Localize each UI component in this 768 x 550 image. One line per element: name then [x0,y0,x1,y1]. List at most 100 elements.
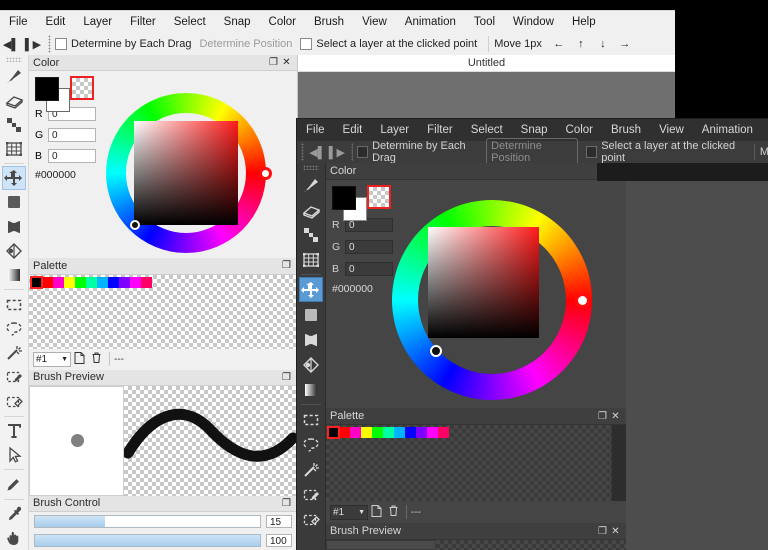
eraser-tool[interactable] [2,88,26,112]
new-page-icon[interactable] [71,351,88,367]
pencil-tool[interactable] [2,472,26,496]
move-tool[interactable] [2,165,26,191]
palette-swatch[interactable] [327,426,340,439]
light-menu-window[interactable]: Window [504,11,563,33]
light-menu-edit[interactable]: Edit [37,11,75,33]
tool-palette-grip[interactable] [303,165,319,170]
dark-menu-layer[interactable]: Layer [371,119,418,141]
blue-channel-input[interactable]: 0 [345,262,393,276]
move-arrow-down-icon[interactable]: ↓ [592,38,614,50]
hand-tool[interactable] [2,526,26,550]
palette-swatch[interactable] [86,276,97,288]
palette-swatch[interactable] [108,276,119,288]
palette-swatch[interactable] [42,276,53,288]
float-icon[interactable]: ❐ [596,411,609,422]
sv-square-cursor[interactable] [430,345,442,357]
light-menu-snap[interactable]: Snap [215,11,260,33]
palette-swatch[interactable] [119,276,130,288]
dark-menu-filter[interactable]: Filter [418,119,462,141]
move-tool[interactable] [299,277,323,302]
toolbar-grip[interactable] [48,35,51,53]
palette-swatch[interactable] [438,427,449,438]
light-saturation-value-square[interactable] [134,121,238,226]
canvas-tab-title[interactable]: Untitled [298,55,675,72]
gradient-tool[interactable] [299,377,323,402]
close-icon[interactable]: ✕ [609,526,622,537]
shape-tool[interactable] [2,239,26,263]
step-backward-icon[interactable]: ◀▌ [0,38,22,51]
dark-saturation-value-square[interactable] [428,227,539,338]
green-channel-input[interactable]: 0 [345,240,393,254]
fill-tool[interactable] [2,190,26,214]
palette-swatch[interactable] [427,427,438,438]
palette-set-dropdown[interactable]: #1 ▼ [33,351,71,367]
float-icon[interactable]: ❐ [280,372,293,383]
palette-swatch[interactable] [30,275,43,289]
light-menu-animation[interactable]: Animation [396,11,465,33]
brush-size-slider[interactable] [34,515,261,528]
light-menu-help[interactable]: Help [563,11,605,33]
select-pen-tool[interactable] [299,482,323,507]
select-layer-at-clicked-point-checkbox[interactable]: Select a layer at the clicked point [586,140,743,164]
rect-select-tool[interactable] [2,292,26,316]
transparent-color-swatch[interactable] [70,76,94,101]
foreground-color-swatch[interactable] [35,77,59,102]
new-page-icon[interactable] [368,504,385,520]
eyedropper-tool[interactable] [2,502,26,526]
step-backward-icon[interactable]: ◀▌ [308,146,327,159]
determine-by-each-drag-checkbox[interactable]: Determine by Each Drag [357,140,478,164]
dark-palette-swatch-area[interactable] [326,425,626,501]
foreground-color-swatch[interactable] [332,186,356,210]
bucket-tool[interactable] [2,215,26,239]
lasso-tool[interactable] [2,317,26,341]
light-menu-file[interactable]: File [0,11,37,33]
toolbar-grip[interactable] [350,143,354,161]
light-menu-color[interactable]: Color [260,11,305,33]
line-tool[interactable] [2,112,26,136]
hex-value-label[interactable]: #000000 [332,283,373,295]
light-menu-view[interactable]: View [353,11,396,33]
rect-select-tool[interactable] [299,407,323,432]
transform-tool[interactable] [299,247,323,272]
dark-menu-tool[interactable]: Tool [762,119,768,141]
determine-position-button[interactable]: Determine Position [486,138,579,166]
move-arrow-left-icon[interactable]: ← [548,38,570,50]
palette-swatch[interactable] [141,276,152,288]
palette-swatch[interactable] [53,276,64,288]
dark-menu-file[interactable]: File [297,119,334,141]
move-arrow-right-icon[interactable]: → [614,38,636,50]
light-menu-tool[interactable]: Tool [465,11,504,33]
palette-swatch[interactable] [394,427,405,438]
brush-tool[interactable] [2,64,26,88]
trash-icon[interactable] [88,352,105,367]
palette-swatch[interactable] [405,427,416,438]
step-forward-icon[interactable]: ▌▶ [22,38,44,51]
palette-set-dropdown[interactable]: #1 ▼ [330,504,368,520]
palette-swatch[interactable] [361,427,372,438]
palette-swatch[interactable] [383,427,394,438]
select-eraser-tool[interactable] [2,390,26,414]
transform-tool[interactable] [2,137,26,161]
hex-value-label[interactable]: #000000 [35,169,76,181]
palette-swatch[interactable] [130,276,141,288]
palette-swatch[interactable] [372,427,383,438]
line-tool[interactable] [299,222,323,247]
light-palette-swatch-area[interactable] [29,274,297,349]
select-pen-tool[interactable] [2,365,26,389]
select-layer-at-clicked-point-checkbox[interactable]: Select a layer at the clicked point [300,38,477,50]
step-forward-icon[interactable]: ▌▶ [327,146,346,159]
palette-swatch[interactable] [416,427,427,438]
light-menu-layer[interactable]: Layer [74,11,121,33]
palette-swatch[interactable] [64,276,75,288]
palette-swatch[interactable] [75,276,86,288]
light-menu-filter[interactable]: Filter [121,11,165,33]
transparent-color-swatch[interactable] [367,185,391,209]
dark-menu-edit[interactable]: Edit [334,119,372,141]
float-icon[interactable]: ❐ [596,526,609,537]
bucket-tool[interactable] [299,327,323,352]
toolbar-grip[interactable] [301,143,304,161]
dark-menu-view[interactable]: View [650,119,693,141]
shape-tool[interactable] [299,352,323,377]
brush-opacity-slider[interactable] [34,534,261,547]
move-arrow-up-icon[interactable]: ↑ [570,38,592,50]
